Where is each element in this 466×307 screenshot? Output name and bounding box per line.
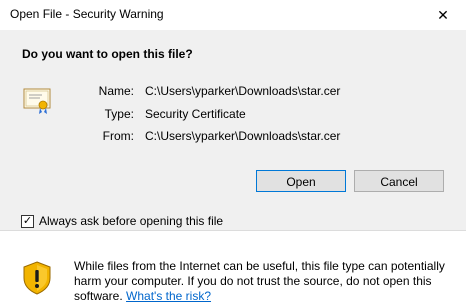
open-button[interactable]: Open bbox=[256, 170, 346, 192]
field-value-from: C:\Users\yparker\Downloads\star.cer bbox=[145, 129, 341, 143]
close-button[interactable]: ✕ bbox=[420, 0, 466, 30]
warning-footer: While files from the Internet can be use… bbox=[0, 231, 466, 307]
close-icon: ✕ bbox=[437, 6, 449, 23]
field-row-name: Name: C:\Users\yparker\Downloads\star.ce… bbox=[0, 84, 466, 100]
always-ask-row[interactable]: ✓ Always ask before opening this file bbox=[21, 214, 223, 228]
field-label-from: From: bbox=[102, 129, 134, 143]
field-row-type: Type: Security Certificate bbox=[0, 107, 466, 123]
dialog-content: Do you want to open this file? Name: C:\… bbox=[0, 30, 466, 231]
field-label-name: Name: bbox=[98, 84, 134, 98]
window-title: Open File - Security Warning bbox=[10, 7, 164, 21]
warning-text: While files from the Internet can be use… bbox=[74, 259, 454, 304]
dialog-question: Do you want to open this file? bbox=[22, 47, 193, 61]
field-label-type: Type: bbox=[104, 107, 134, 121]
cancel-button[interactable]: Cancel bbox=[354, 170, 444, 192]
always-ask-checkbox[interactable]: ✓ bbox=[21, 214, 34, 228]
always-ask-label: Always ask before opening this file bbox=[39, 214, 224, 228]
field-value-type: Security Certificate bbox=[145, 107, 246, 121]
field-value-name: C:\Users\yparker\Downloads\star.cer bbox=[145, 84, 341, 98]
whats-the-risk-link[interactable]: What's the risk? bbox=[126, 289, 211, 303]
shield-warning-icon bbox=[22, 261, 52, 298]
title-bar: Open File - Security Warning ✕ bbox=[0, 0, 466, 30]
checkmark-icon: ✓ bbox=[22, 214, 33, 227]
field-row-from: From: C:\Users\yparker\Downloads\star.ce… bbox=[0, 129, 466, 145]
